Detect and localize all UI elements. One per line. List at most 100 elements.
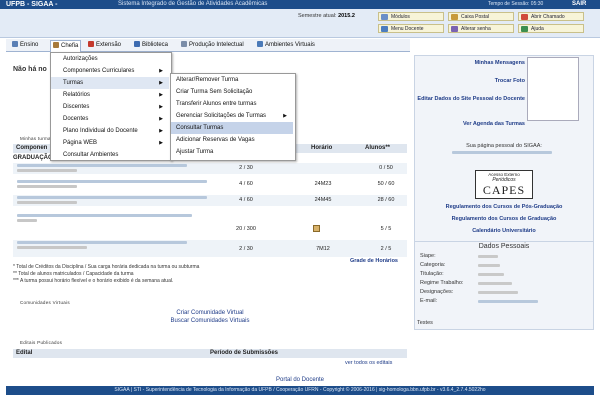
turma-name-redacted — [17, 214, 192, 217]
table-row[interactable]: 4 / 60 24M23 50 / 60 — [13, 179, 407, 190]
menu-producao-intelectual[interactable]: Produção Intelectual — [181, 41, 244, 50]
comunidades-title: Comunidades Virtuais — [20, 300, 70, 305]
turma-details-redacted — [17, 246, 87, 249]
editais-table-header: Edital Período de Submissões — [13, 349, 407, 358]
turma-name-redacted — [17, 164, 187, 167]
portal-docente-link[interactable]: Portal do Docente — [0, 377, 600, 383]
turma-name-redacted — [17, 180, 207, 183]
turmas-item-ajustar-turma[interactable]: Ajustar Turma — [171, 146, 293, 159]
regulamento-graduacao-link[interactable]: Regulamento dos Cursos de Graduação — [414, 216, 594, 222]
turma-details-redacted — [17, 185, 77, 188]
email-value-redacted — [478, 300, 538, 303]
submenu-arrow-icon: ▶ — [159, 104, 163, 110]
note-creditos: * Total de Créditos da Disciplina / Sua … — [13, 264, 200, 270]
chefia-item-consultar-ambientes[interactable]: Consultar Ambientes — [51, 149, 169, 160]
biblioteca-icon — [134, 41, 140, 47]
modulos-button[interactable]: Módulos — [378, 12, 444, 21]
table-row[interactable]: 4 / 60 24M45 28 / 60 — [13, 195, 407, 206]
submenu-arrow-icon: ▶ — [159, 140, 163, 146]
regulamento-pos-link[interactable]: Regulamento dos Cursos de Pós-Graduação — [414, 204, 594, 210]
capes-periodicos-logo[interactable]: Acesso Externo Periódicos CAPES — [475, 170, 533, 199]
submenu-arrow-icon: ▶ — [159, 116, 163, 122]
ticket-icon — [521, 14, 528, 20]
extensao-icon — [88, 41, 94, 47]
col-periodo: Período de Submissões — [210, 350, 279, 356]
turmas-item-adicionar-reservas[interactable]: Adicionar Reservas de Vagas — [171, 134, 293, 146]
ajuda-button[interactable]: Ajuda — [518, 24, 584, 33]
current-semester: Semestre atual: 2015.2 — [298, 13, 355, 19]
categoria-label: Categoria: — [420, 262, 446, 268]
help-icon — [521, 26, 528, 32]
editais-title: Editais Publicados — [20, 340, 63, 345]
turma-details-redacted — [17, 219, 37, 222]
submenu-arrow-icon: ▶ — [159, 92, 163, 98]
email-label: E-mail: — [420, 298, 438, 304]
categoria-value-redacted — [478, 264, 500, 267]
submenu-arrow-icon: ▶ — [283, 113, 287, 119]
turmas-item-transferir-alunos[interactable]: Transferir Alunos entre turmas — [171, 98, 293, 110]
graduacao-label: GRADUAÇÃO — [13, 155, 53, 161]
chefia-item-pagina-web[interactable]: Página WEB ▶ — [51, 137, 169, 149]
menu-chefia[interactable]: Chefia — [50, 40, 82, 52]
ver-agenda-turmas-link[interactable]: Ver Agenda das Turmas — [414, 121, 525, 127]
designacoes-value-redacted — [478, 291, 518, 294]
producao-icon — [181, 41, 187, 47]
system-brand: UFPB - SIGAA - — [6, 1, 58, 8]
turmas-submenu: Alterar/Remover Turma Criar Turma Sem So… — [170, 73, 296, 161]
notice-text: Não há no — [13, 66, 47, 73]
mailbox-icon — [451, 14, 458, 20]
buscar-comunidades-link[interactable]: Buscar Comunidades Virtuais — [13, 318, 407, 324]
pagina-pessoal-url-redacted[interactable] — [452, 151, 552, 154]
logout-link[interactable]: SAIR — [572, 0, 586, 9]
chefia-dropdown: Autorizações Componentes Curriculares ▶ T… — [50, 52, 172, 161]
chefia-item-plano-individual[interactable]: Plano Individual do Docente ▶ — [51, 125, 169, 137]
menu-docente-button[interactable]: Menu Docente — [378, 24, 444, 33]
regime-label: Regime Trabalho: — [420, 280, 464, 286]
menu-extensao[interactable]: Extensão — [88, 41, 121, 50]
menu-biblioteca[interactable]: Biblioteca — [134, 41, 168, 50]
chefia-item-componentes[interactable]: Componentes Curriculares ▶ — [51, 65, 169, 77]
col-alunos: Alunos** — [365, 145, 391, 151]
pagina-pessoal-label: Sua página pessoal do SIGAA: — [466, 143, 542, 149]
flexible-schedule-icon[interactable] — [313, 225, 320, 232]
chefia-item-discentes[interactable]: Discentes ▶ — [51, 101, 169, 113]
ver-todos-editais-link[interactable]: ver todos os editais — [345, 360, 392, 366]
chefia-item-relatorios[interactable]: Relatórios ▶ — [51, 89, 169, 101]
chefia-item-autorizacoes[interactable]: Autorizações — [51, 53, 169, 65]
turmas-item-criar-sem-solicitacao[interactable]: Criar Turma Sem Solicitação — [171, 86, 293, 98]
grade-horarios-link[interactable]: Grade de Horários — [350, 258, 398, 264]
note-horario-flexivel: *** A turma possui horário flexível e o … — [13, 278, 174, 284]
table-row[interactable]: 20 / 300 5 / 5 — [13, 213, 407, 238]
trocar-foto-link[interactable]: Trocar Foto — [414, 78, 525, 84]
caixa-postal-button[interactable]: Caixa Postal — [448, 12, 514, 21]
testes-label: Testes — [417, 320, 433, 326]
turmas-item-alterar-remover[interactable]: Alterar/Remover Turma — [171, 74, 293, 86]
calendario-link[interactable]: Calendário Universitário — [414, 228, 594, 234]
alterar-senha-button[interactable]: Alterar senha — [448, 24, 514, 33]
col-edital: Edital — [16, 350, 33, 356]
table-row[interactable]: 2 / 30 7M12 2 / 5 — [13, 240, 407, 257]
criar-comunidade-link[interactable]: Criar Comunidade Virtual — [13, 310, 407, 316]
dados-pessoais-title: Dados Pessoais — [414, 241, 594, 250]
chefia-item-turmas[interactable]: Turmas ▶ — [51, 77, 169, 89]
turmas-item-gerenciar-solicitacoes[interactable]: Gerenciar Solicitações de Turmas ▶ — [171, 110, 293, 122]
siape-label: Siape: — [420, 253, 436, 259]
top-bar: UFPB - SIGAA - Sistema Integrado de Gest… — [0, 0, 600, 9]
turma-name-redacted — [17, 241, 187, 244]
table-row[interactable]: 2 / 30 0 / 50 — [13, 163, 407, 174]
key-icon — [451, 26, 458, 32]
menu-ensino[interactable]: Ensino — [12, 41, 38, 50]
submenu-arrow-icon: ▶ — [159, 128, 163, 134]
system-subtitle: Sistema Integrado de Gestão de Atividade… — [118, 1, 268, 7]
minhas-mensagens-link[interactable]: Minhas Mensagens — [414, 60, 525, 66]
turma-details-redacted — [17, 201, 77, 204]
abrir-chamado-button[interactable]: Abrir Chamado — [518, 12, 584, 21]
titulacao-label: Titulação: — [420, 271, 444, 277]
regime-value-redacted — [478, 282, 512, 285]
chefia-item-docentes[interactable]: Docentes ▶ — [51, 113, 169, 125]
turmas-item-consultar-turmas[interactable]: Consultar Turmas — [171, 122, 293, 134]
editar-site-pessoal-link[interactable]: Editar Dados do Site Pessoal do Docente — [414, 96, 525, 102]
col-componente: Componen — [16, 145, 48, 151]
menu-ambientes-virtuais[interactable]: Ambientes Virtuais — [257, 41, 315, 50]
titulacao-value-redacted — [478, 273, 504, 276]
